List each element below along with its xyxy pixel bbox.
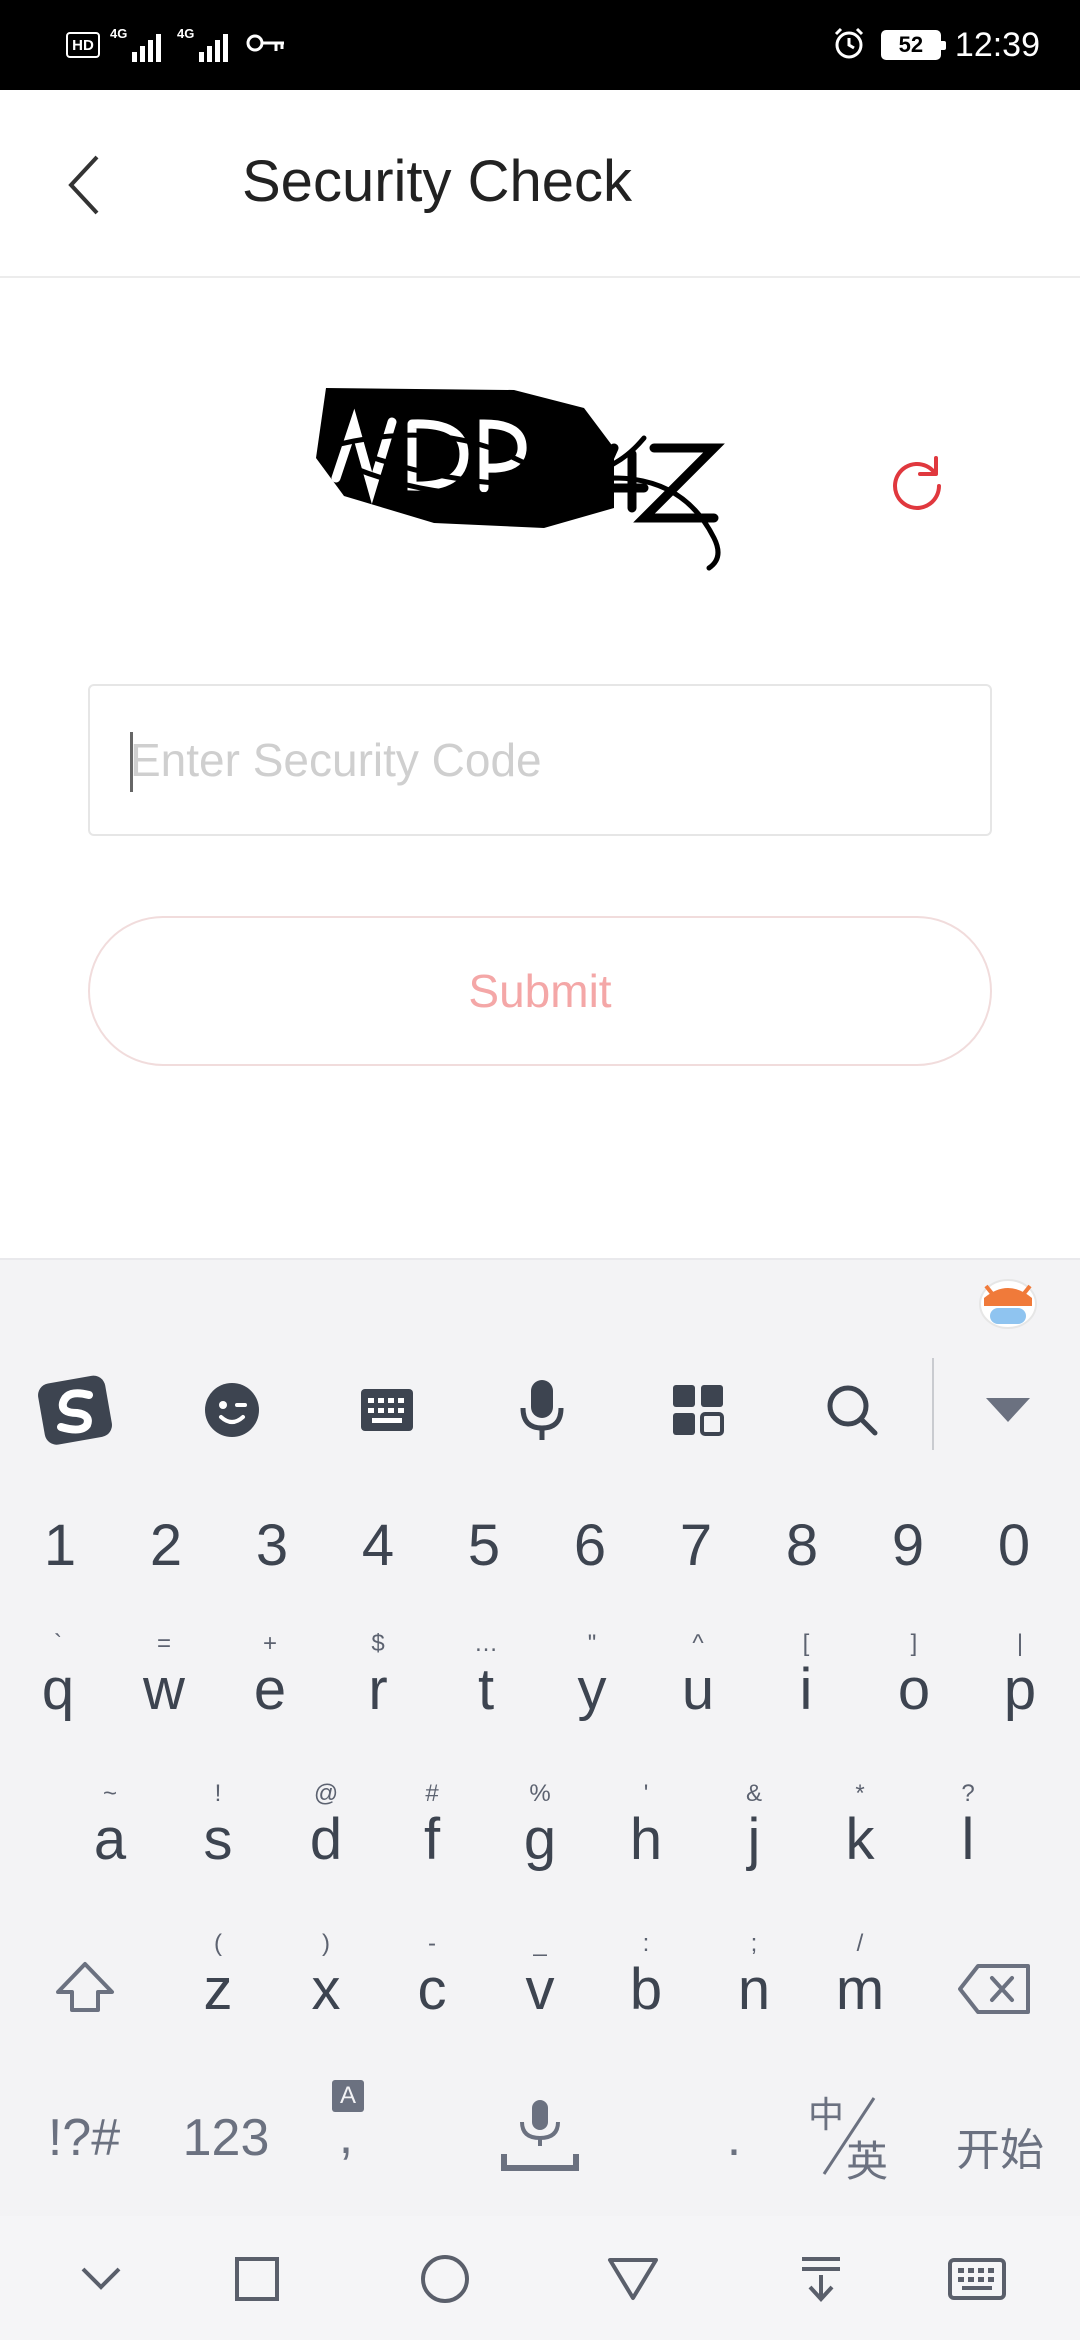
key-v[interactable]: _ v <box>490 1920 590 2050</box>
back-triangle-icon <box>608 2258 658 2300</box>
key-t[interactable]: … t <box>436 1620 536 1750</box>
download-icon <box>802 2257 840 2302</box>
key-8[interactable]: 8 <box>752 1476 852 1606</box>
key-p[interactable]: | p <box>970 1620 1070 1750</box>
key-q[interactable]: ` q <box>8 1620 108 1750</box>
refresh-icon <box>893 456 941 510</box>
key-d[interactable]: @ d <box>276 1770 376 1900</box>
submit-button[interactable]: Submit <box>88 916 992 1066</box>
space-key[interactable] <box>490 2072 590 2202</box>
key-y[interactable]: " y <box>542 1620 642 1750</box>
alarm-icon <box>831 25 867 66</box>
keyboard-icon <box>948 2258 1006 2300</box>
mascot-icon[interactable] <box>976 1268 1040 1332</box>
home-circle-icon <box>421 2255 469 2303</box>
key-f[interactable]: # f <box>382 1770 482 1900</box>
key-c[interactable]: -c <box>382 1920 482 2050</box>
refresh-button[interactable] <box>886 452 948 514</box>
back-nav-button[interactable] <box>598 2244 668 2314</box>
status-bar-right: 52 12:39 <box>831 24 1040 66</box>
security-code-field[interactable] <box>88 684 992 836</box>
chevron-down-icon <box>81 2267 121 2290</box>
hide-keyboard-button[interactable] <box>66 2244 136 2314</box>
key-5[interactable]: 5 <box>434 1476 534 1606</box>
search-icon[interactable] <box>812 1370 892 1450</box>
key-9[interactable]: 9 <box>858 1476 958 1606</box>
keyboard-toolbar <box>0 1350 1080 1460</box>
shift-key[interactable] <box>34 1920 134 2050</box>
status-time: 12:39 <box>954 25 1040 64</box>
text-caret <box>130 732 133 792</box>
key-m[interactable]: / m <box>810 1920 910 2050</box>
system-navbar <box>0 2216 1080 2340</box>
page-title: Security Check <box>242 149 633 214</box>
key-7[interactable]: 7 <box>646 1476 746 1606</box>
download-button[interactable] <box>786 2244 856 2314</box>
key-s[interactable]: ! s <box>168 1770 268 1900</box>
collapse-icon[interactable] <box>968 1370 1048 1450</box>
keyboard-icon[interactable] <box>347 1370 427 1450</box>
key-a[interactable]: ~ a <box>60 1770 160 1900</box>
key-z[interactable]: (z <box>168 1920 268 2050</box>
hd-icon: HD <box>66 32 100 58</box>
language-switch-key[interactable]: 中 英 <box>800 2072 900 2202</box>
key-w[interactable]: = w <box>114 1620 214 1750</box>
keyboard-switch-button[interactable] <box>942 2244 1012 2314</box>
shift-icon <box>56 1962 114 2012</box>
key-1[interactable]: 1 <box>10 1476 110 1606</box>
key-u[interactable]: ^ u <box>648 1620 748 1750</box>
key-4[interactable]: 4 <box>328 1476 428 1606</box>
backspace-icon <box>958 1964 1030 2014</box>
chevron-left-icon <box>68 155 99 215</box>
signal-icon: 4G <box>110 26 161 62</box>
key-0[interactable]: 0 <box>964 1476 1064 1606</box>
key-3[interactable]: 3 <box>222 1476 322 1606</box>
status-bar: HD 4G 4G 52 12:39 <box>0 0 1080 90</box>
lang-bottom-label: 英 <box>846 2138 889 2185</box>
comma-key[interactable]: A , <box>296 2072 396 2202</box>
backspace-key[interactable] <box>944 1920 1044 2050</box>
key-6[interactable]: 6 <box>540 1476 640 1606</box>
key-icon <box>246 31 286 60</box>
key-2[interactable]: 2 <box>116 1476 216 1606</box>
key-i[interactable]: [i <box>756 1620 856 1750</box>
emoji-icon[interactable] <box>192 1370 272 1450</box>
signal-label: 4G <box>110 26 128 41</box>
signal-icon-2: 4G <box>177 26 228 62</box>
key-o[interactable]: ] o <box>864 1620 964 1750</box>
key-g[interactable]: % g <box>490 1770 590 1900</box>
battery-indicator: 52 <box>880 30 946 60</box>
toolbar-divider <box>932 1358 934 1450</box>
key-l[interactable]: ? l <box>918 1770 1018 1900</box>
key-n[interactable]: ; n <box>704 1920 804 2050</box>
apps-grid-icon[interactable] <box>658 1370 738 1450</box>
microphone-icon[interactable] <box>502 1370 582 1450</box>
app-header: Security Check <box>0 90 1080 278</box>
captcha-image <box>314 378 774 588</box>
key-k[interactable]: * k <box>810 1770 910 1900</box>
status-bar-left: HD 4G 4G <box>66 24 286 66</box>
signal-label-2: 4G <box>177 26 195 41</box>
key-x[interactable]: ) x <box>276 1920 376 2050</box>
key-j[interactable]: & j <box>704 1770 804 1900</box>
security-code-input[interactable] <box>90 686 990 834</box>
symbols-key[interactable]: !?# <box>34 2072 134 2202</box>
key-b[interactable]: :b <box>596 1920 696 2050</box>
recents-square-icon <box>235 2257 279 2301</box>
key-r[interactable]: $ r <box>328 1620 428 1750</box>
start-action-key[interactable]: 开始 <box>942 2072 1058 2202</box>
space-mic-icon <box>501 2100 579 2171</box>
key-h[interactable]: ' h <box>596 1770 696 1900</box>
recents-button[interactable] <box>222 2244 292 2314</box>
sogou-logo-icon[interactable] <box>36 1370 116 1450</box>
period-key[interactable]: . <box>684 2072 784 2202</box>
numbers-key[interactable]: 123 <box>176 2072 276 2202</box>
key-e[interactable]: + e <box>220 1620 320 1750</box>
home-button[interactable] <box>410 2244 480 2314</box>
back-button[interactable] <box>50 140 120 230</box>
